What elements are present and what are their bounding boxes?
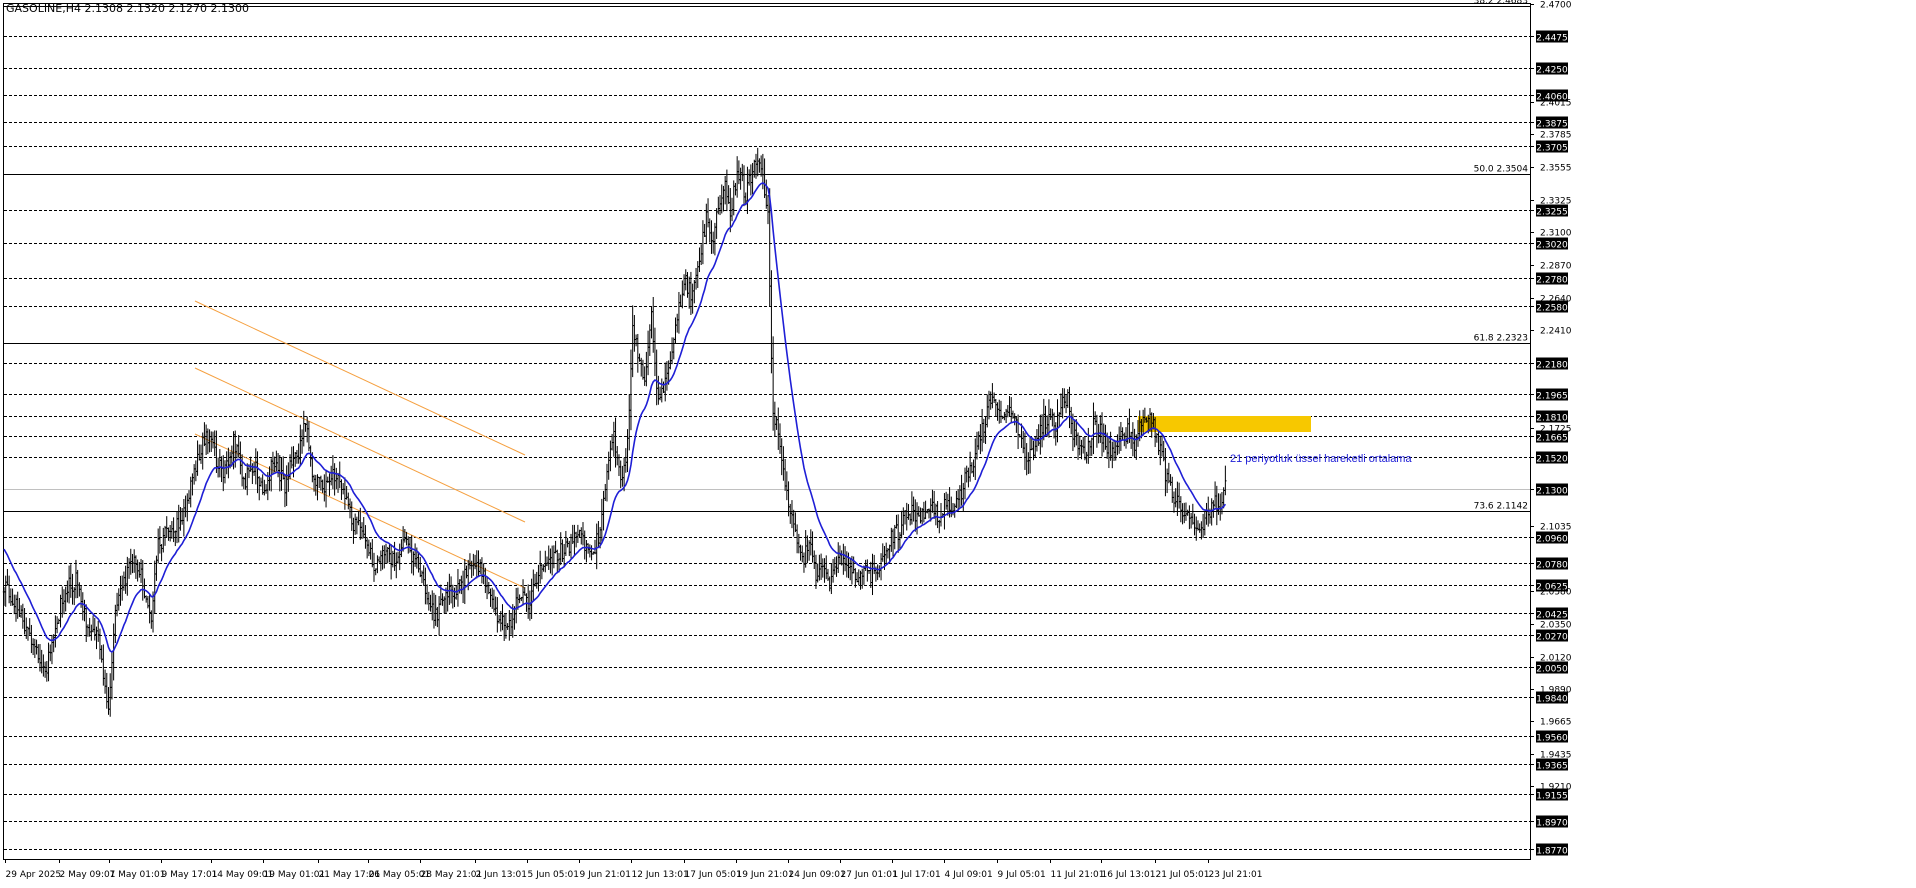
time-label: 24 Jun 09:01	[789, 870, 846, 880]
price-label: 2.0580	[1540, 588, 1572, 598]
time-label: 17 Jun 05:01	[685, 870, 742, 880]
chart-title: GASOLINE,H4 2.1308 2.1320 2.1270 2.1300	[6, 2, 249, 15]
time-label: 12 Jun 13:01	[632, 870, 689, 880]
price-label: 2.0780	[1536, 561, 1568, 571]
price-label: 2.0120	[1540, 654, 1572, 664]
fib-level-label: 50.0 2.3504	[1474, 165, 1529, 175]
price-label: 2.1665	[1536, 434, 1568, 444]
price-label: 2.0270	[1536, 633, 1568, 643]
support-zone-highlight	[1138, 416, 1311, 432]
price-label: 2.1810	[1536, 414, 1568, 424]
ema-annotation: 21 periyotluk üssel hareketli ortalama	[1230, 453, 1412, 465]
price-label: 2.0425	[1536, 611, 1568, 621]
price-label: 1.9890	[1540, 686, 1572, 696]
price-label: 2.3255	[1536, 208, 1568, 218]
price-label: 2.3555	[1540, 164, 1572, 174]
time-label: 21 Jul 05:01	[1156, 870, 1210, 880]
price-label: 2.2410	[1540, 327, 1572, 337]
price-label: 2.0050	[1536, 665, 1568, 675]
price-label: 1.9840	[1536, 695, 1568, 705]
price-label: 1.8770	[1536, 847, 1568, 857]
price-label: 2.3785	[1540, 131, 1572, 141]
chart-background	[0, 0, 1916, 888]
price-label: 2.3325	[1540, 197, 1572, 207]
time-label: 9 Jun 21:01	[580, 870, 631, 880]
time-label: 29 Apr 2025	[6, 870, 62, 880]
fib-level-label: 38.2 2.4683	[1474, 0, 1528, 7]
price-label: 2.4700	[1540, 1, 1572, 11]
time-label: 4 Jul 09:01	[945, 870, 993, 880]
price-label: 2.4015	[1540, 99, 1572, 109]
price-label: 2.2580	[1536, 304, 1568, 314]
time-label: 5 Jun 05:01	[528, 870, 579, 880]
time-label: 19 Jun 21:01	[737, 870, 794, 880]
price-label: 1.9365	[1536, 762, 1568, 772]
price-label: 2.3100	[1540, 229, 1572, 239]
price-label: 2.4250	[1536, 66, 1568, 76]
price-label: 1.9210	[1540, 783, 1572, 793]
time-label: 23 Jul 21:01	[1209, 870, 1263, 880]
fib-level-label: 73.6 2.1142	[1474, 502, 1528, 512]
price-label: 1.9435	[1540, 751, 1572, 761]
time-label: 11 Jul 21:01	[1051, 870, 1105, 880]
time-label: 28 May 21:01	[421, 870, 483, 880]
time-label: 2 Jun 13:01	[476, 870, 527, 880]
price-label: 1.9560	[1536, 734, 1568, 744]
fib-level-label: 61.8 2.2323	[1474, 334, 1528, 344]
price-label: 2.2780	[1536, 276, 1568, 286]
time-label: 9 May 17:01	[162, 870, 218, 880]
time-label: 2 May 09:01	[60, 870, 116, 880]
price-label: 2.3705	[1536, 144, 1568, 154]
price-label: 1.9665	[1540, 718, 1572, 728]
time-label: 1 Jul 17:01	[893, 870, 941, 880]
time-label: 7 May 01:01	[110, 870, 166, 880]
price-label: 2.1520	[1536, 455, 1568, 465]
price-label: 2.2870	[1540, 262, 1572, 272]
time-label: 19 May 01:01	[264, 870, 326, 880]
time-label: 16 Jul 13:01	[1102, 870, 1156, 880]
price-label: 2.0960	[1536, 535, 1568, 545]
price-label: 2.4475	[1536, 34, 1568, 44]
price-label: 2.1300	[1536, 487, 1568, 497]
price-label: 2.3875	[1536, 120, 1568, 130]
time-label: 27 Jun 01:01	[841, 870, 898, 880]
price-label: 1.8970	[1536, 819, 1568, 829]
price-label: 2.1035	[1540, 523, 1572, 533]
time-label: 9 Jul 05:01	[998, 870, 1046, 880]
price-label: 2.1725	[1540, 425, 1572, 435]
price-label: 2.0350	[1540, 621, 1572, 631]
price-chart[interactable]: 38.2 2.4683 50.0 2.3504 61.8 2.2323 73.6 2.…	[0, 0, 1916, 888]
price-label: 2.1965	[1536, 392, 1568, 402]
price-label: 2.2180	[1536, 361, 1568, 371]
price-label: 1.9155	[1536, 792, 1568, 802]
price-label: 2.3020	[1536, 241, 1568, 251]
price-label: 2.2640	[1540, 295, 1572, 305]
